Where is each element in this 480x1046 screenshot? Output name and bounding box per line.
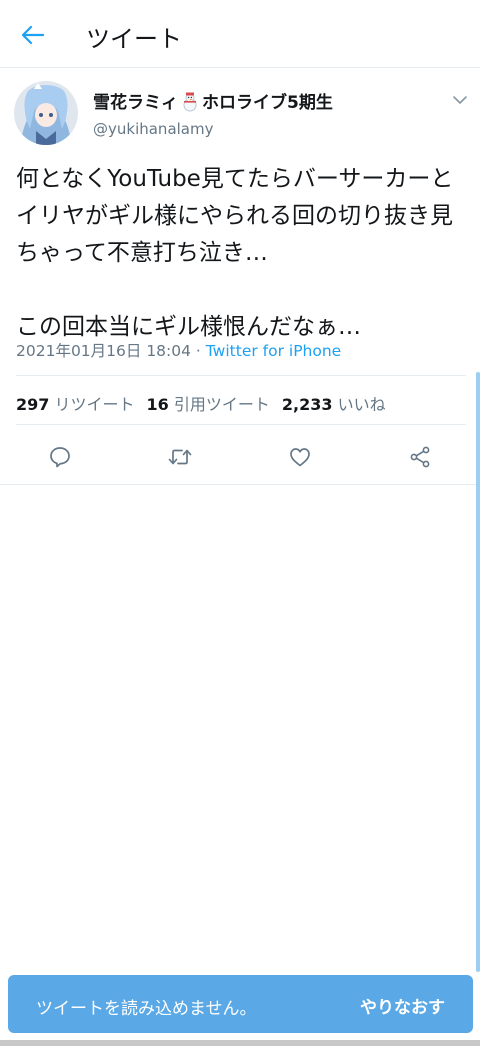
back-button[interactable] <box>16 20 50 50</box>
snowman-emoji-icon <box>179 92 201 112</box>
likes-count: 2,233 <box>281 395 333 414</box>
tweet-text: 何となくYouTube見てたらバーサーカーとイリヤがギル様にやられる回の切り抜き… <box>16 166 454 340</box>
arrow-left-icon <box>21 25 45 45</box>
like-button[interactable] <box>285 442 315 472</box>
quotes-count: 16 <box>146 395 169 414</box>
likes-stat[interactable]: 2,233 いいね <box>282 395 386 414</box>
bottom-edge <box>0 1040 480 1046</box>
like-icon <box>290 448 310 467</box>
reply-icon <box>50 447 70 468</box>
author-name[interactable]: 雪花ラミィ ホロライブ5期生 <box>93 88 333 113</box>
retweet-icon <box>168 449 192 465</box>
app-header: ツイート <box>0 0 480 68</box>
tweet-stats: 297 リツイート 16 引用ツイート 2,233 いいね <box>16 391 386 415</box>
divider <box>16 375 466 376</box>
avatar-image <box>14 81 78 145</box>
tweet-meta: 2021年01月16日 18:04 · Twitter for iPhone <box>16 339 341 361</box>
quotes-label: 引用ツイート <box>173 395 270 414</box>
scrollbar[interactable] <box>476 372 480 972</box>
page-title: ツイート <box>86 25 182 53</box>
author-name-part2: ホロライブ5期生 <box>202 93 333 113</box>
share-button[interactable] <box>405 442 435 472</box>
divider <box>0 484 480 485</box>
reply-button[interactable] <box>45 442 75 472</box>
error-toast: ツイートを読み込めません。 やりなおす <box>8 975 473 1033</box>
retweet-button[interactable] <box>165 442 195 472</box>
avatar[interactable] <box>14 81 78 145</box>
tweet-timestamp[interactable]: 2021年01月16日 18:04 <box>16 342 191 360</box>
action-bar <box>0 442 480 472</box>
retweets-label: リツイート <box>54 395 135 414</box>
retweets-count: 297 <box>16 395 50 414</box>
chevron-down-icon[interactable] <box>450 92 470 108</box>
quotes-stat[interactable]: 16 引用ツイート <box>147 395 270 414</box>
share-icon <box>410 446 430 468</box>
meta-separator: · <box>191 342 206 360</box>
tweet-source-link[interactable]: Twitter for iPhone <box>206 342 341 360</box>
likes-label: いいね <box>337 395 386 414</box>
divider <box>16 424 466 425</box>
retweets-stat[interactable]: 297 リツイート <box>16 395 135 414</box>
retry-button[interactable]: やりなおす <box>360 993 445 1018</box>
author-name-part1: 雪花ラミィ <box>93 93 178 113</box>
toast-message: ツイートを読み込めません。 <box>36 999 257 1019</box>
author-handle[interactable]: @yukihanalamy <box>93 120 213 138</box>
